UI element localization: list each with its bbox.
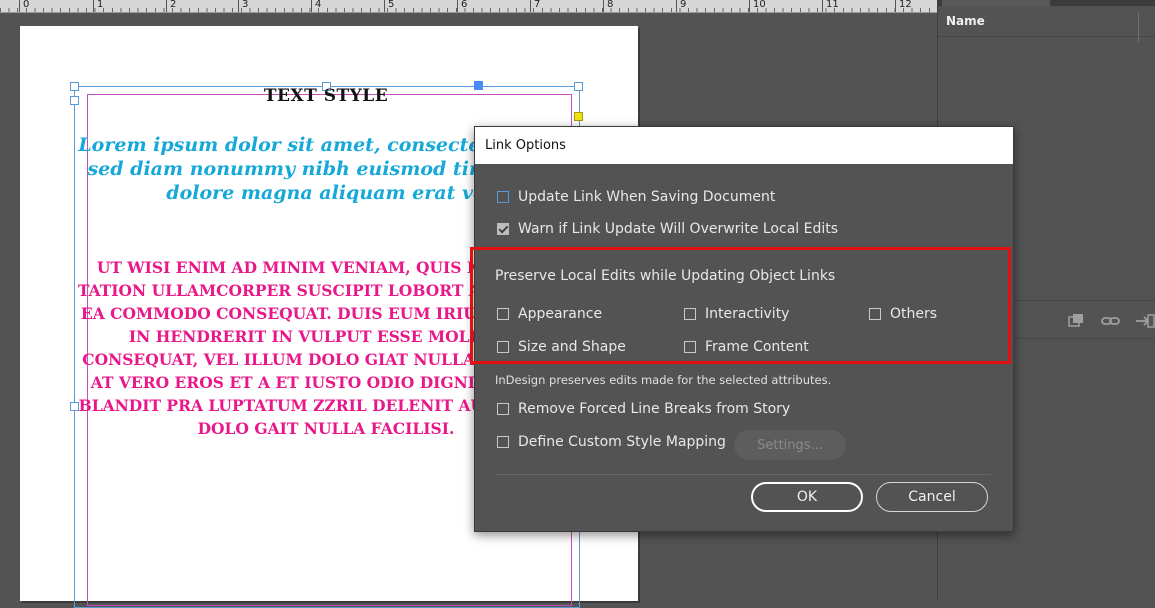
settings-button[interactable]: Settings... bbox=[734, 430, 846, 460]
ruler-tick: 4 bbox=[311, 0, 321, 12]
remove-line-breaks-option[interactable]: Remove Forced Line Breaks from Story bbox=[497, 401, 790, 417]
ruler-tick: 5 bbox=[384, 0, 394, 12]
ruler-tick: 9 bbox=[676, 0, 686, 12]
ruler-tick: 6 bbox=[457, 0, 467, 12]
update-link-label: Update Link When Saving Document bbox=[518, 189, 776, 205]
ruler-tick: 12 bbox=[895, 0, 912, 12]
ok-button[interactable]: OK bbox=[751, 482, 863, 512]
panel-column-header[interactable]: Name bbox=[938, 6, 1155, 42]
column-divider[interactable] bbox=[1138, 12, 1155, 42]
warn-overwrite-option[interactable]: Warn if Link Update Will Overwrite Local… bbox=[497, 221, 838, 237]
preserve-note: InDesign preserves edits made for the se… bbox=[495, 373, 832, 387]
ruler-tick: 0 bbox=[19, 0, 29, 12]
custom-style-mapping-option[interactable]: Define Custom Style Mapping bbox=[497, 434, 726, 450]
warn-overwrite-label: Warn if Link Update Will Overwrite Local… bbox=[518, 221, 839, 237]
ruler-tick: 8 bbox=[603, 0, 613, 12]
warn-overwrite-checkbox[interactable] bbox=[497, 223, 509, 235]
document-heading[interactable]: TEXT STYLE bbox=[74, 86, 578, 106]
link-icon[interactable] bbox=[1100, 313, 1122, 333]
goto-link-icon[interactable] bbox=[1134, 313, 1155, 333]
remove-line-breaks-checkbox[interactable] bbox=[497, 403, 509, 415]
custom-style-mapping-label: Define Custom Style Mapping bbox=[518, 434, 726, 450]
update-link-checkbox[interactable] bbox=[497, 191, 509, 203]
ruler-tick: 2 bbox=[166, 0, 176, 12]
dialog-title-bar[interactable]: Link Options bbox=[475, 127, 1013, 164]
cancel-button[interactable]: Cancel bbox=[876, 482, 988, 512]
horizontal-ruler[interactable]: 0 1 2 3 4 5 6 7 8 9 10 11 12 bbox=[0, 0, 937, 13]
ruler-tick: 3 bbox=[238, 0, 248, 12]
relink-icon[interactable] bbox=[1064, 313, 1086, 333]
custom-style-mapping-checkbox[interactable] bbox=[497, 436, 509, 448]
column-name-label[interactable]: Name bbox=[946, 14, 985, 28]
ruler-tick: 10 bbox=[749, 0, 766, 12]
ruler-tick: 1 bbox=[93, 0, 103, 12]
dialog-title: Link Options bbox=[485, 138, 566, 153]
frame-corner-options-handle[interactable] bbox=[574, 112, 583, 121]
ruler-tick: 7 bbox=[530, 0, 540, 12]
highlight-box bbox=[470, 247, 1011, 364]
ruler-tick: 11 bbox=[822, 0, 839, 12]
remove-line-breaks-label: Remove Forced Line Breaks from Story bbox=[518, 401, 791, 417]
update-link-option[interactable]: Update Link When Saving Document bbox=[497, 189, 775, 205]
dialog-separator bbox=[495, 474, 991, 475]
